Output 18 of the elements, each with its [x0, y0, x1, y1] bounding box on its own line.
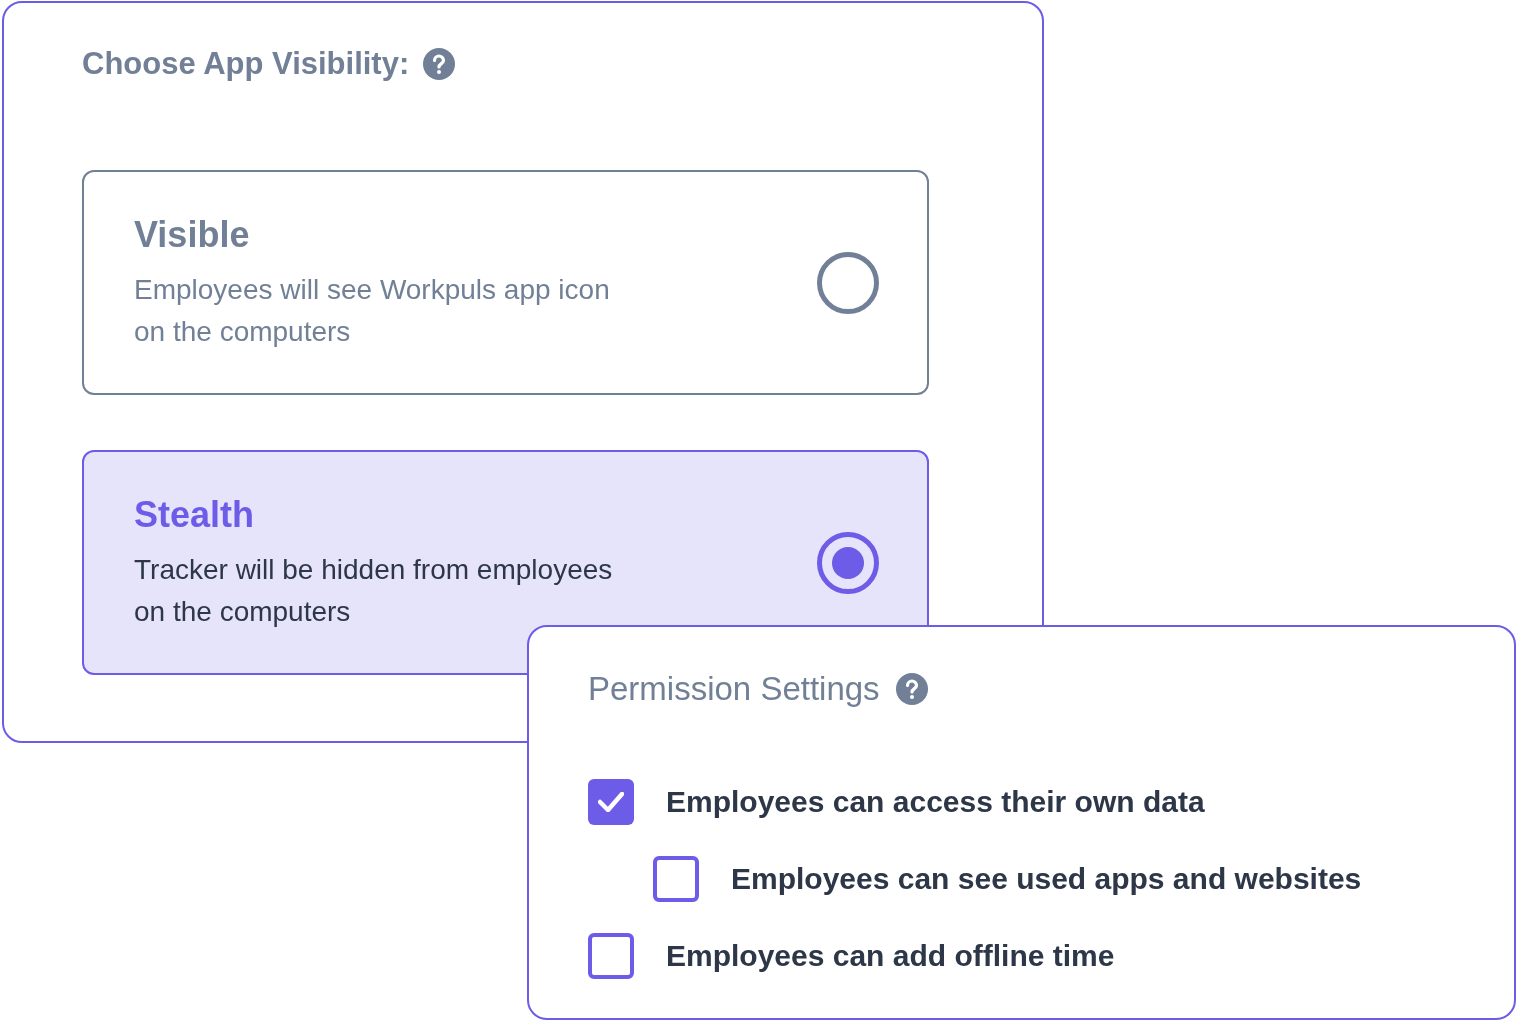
checkbox[interactable]	[588, 933, 634, 979]
option-title: Visible	[134, 212, 251, 257]
help-icon[interactable]	[423, 48, 456, 80]
radio-button[interactable]	[817, 531, 879, 594]
visibility-option[interactable]: Stealth Tracker will be hidden from employees on the computers	[82, 450, 929, 675]
radio-button[interactable]	[817, 251, 879, 314]
checkmark-icon	[598, 792, 624, 812]
checkbox-label: Employees can access their own data	[666, 784, 1205, 820]
checkbox-label: Employees can see used apps and websites	[731, 861, 1362, 897]
option-title: Stealth	[134, 492, 256, 537]
help-icon[interactable]	[895, 673, 928, 705]
option-description: Employees will see Workpuls app icon on the computers	[134, 272, 610, 349]
checkbox[interactable]	[588, 779, 634, 825]
checkbox[interactable]	[653, 856, 699, 902]
section-title: Choose App Visibility:	[82, 44, 410, 83]
option-description: Tracker will be hidden from employees on the computers	[134, 552, 613, 629]
visibility-option[interactable]: Visible Employees will see Workpuls app icon on the computers	[82, 170, 929, 395]
checkbox-label: Employees can add offline time	[666, 938, 1115, 974]
